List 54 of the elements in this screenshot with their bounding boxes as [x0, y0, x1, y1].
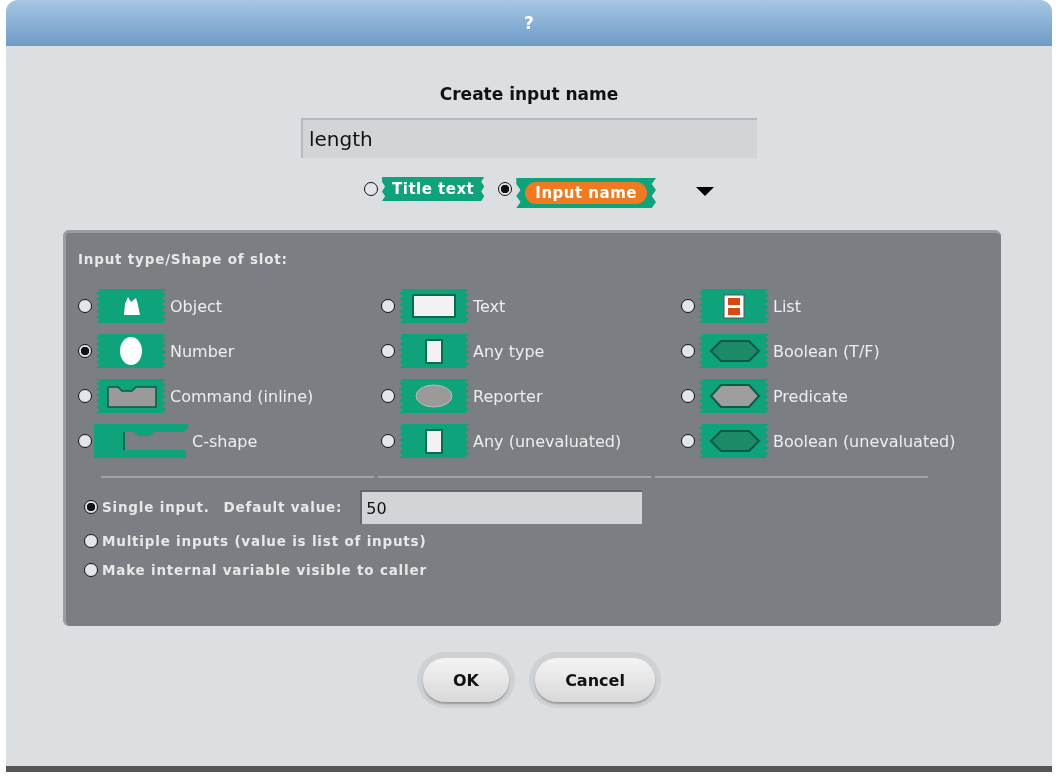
panel-title: Input type/Shape of slot:	[78, 251, 289, 267]
radio-button[interactable]	[84, 563, 98, 577]
radio-button[interactable]	[381, 434, 395, 448]
command-slot-icon	[94, 379, 168, 413]
window-title: ?	[524, 13, 534, 33]
default-value-field[interactable]: 50	[360, 490, 643, 524]
radio-button[interactable]	[78, 344, 92, 358]
name-input-field[interactable]: length	[301, 118, 757, 158]
slot-type-label: C-shape	[192, 431, 258, 451]
radio-button[interactable]	[84, 534, 98, 548]
slot-type-label: Command (inline)	[170, 386, 314, 406]
dialog-button[interactable]: OK	[423, 658, 509, 702]
slot-type-label: Number	[170, 341, 235, 361]
slot-type-label: Text	[473, 296, 506, 316]
text-slot-icon	[397, 289, 471, 323]
radio-button[interactable]	[381, 389, 395, 403]
c-slot-icon	[94, 424, 190, 458]
slot-type-label: Reporter	[473, 386, 543, 406]
reporter-slot-icon	[397, 379, 471, 413]
option-label: Make internal variable visible to caller	[102, 562, 427, 578]
any-slot-icon	[397, 424, 471, 458]
slot-type-label: Any (unevaluated)	[473, 431, 622, 451]
option-label: Multiple inputs (value is list of inputs)	[102, 533, 427, 549]
dropdown-arrow-icon[interactable]	[696, 187, 714, 197]
radio-button[interactable]	[681, 389, 695, 403]
field-label: Default value:	[223, 499, 343, 515]
any-slot-icon	[397, 334, 471, 368]
radio-button[interactable]	[78, 389, 92, 403]
list-slot-icon	[697, 289, 771, 323]
radio-button[interactable]	[364, 182, 378, 196]
radio-button[interactable]	[498, 182, 513, 196]
radio-button[interactable]	[381, 299, 395, 313]
radio-button[interactable]	[84, 500, 98, 514]
radio-button[interactable]	[381, 344, 395, 358]
slot-type-label: Object	[170, 296, 223, 316]
slot-type-label: Boolean (unevaluated)	[773, 431, 956, 451]
number-slot-icon	[94, 334, 168, 368]
sprite-slot-icon	[94, 289, 168, 323]
slot-type-label: Any type	[473, 341, 545, 361]
slot-type-label: List	[773, 296, 801, 316]
dialog-heading: Create input name	[439, 84, 619, 104]
radio-button[interactable]	[681, 434, 695, 448]
dialog-button[interactable]: Cancel	[535, 658, 655, 702]
boolean-slot-icon	[697, 334, 771, 368]
radio-button[interactable]	[78, 434, 92, 448]
slot-type-label: Boolean (T/F)	[773, 341, 880, 361]
radio-button[interactable]	[78, 299, 92, 313]
predicate-slot-icon	[697, 379, 771, 413]
variable-label: Input name	[525, 182, 647, 204]
radio-button[interactable]	[681, 299, 695, 313]
slot-type-label: Predicate	[773, 386, 848, 406]
option-label: Single input.	[102, 499, 210, 515]
boolean-slot-icon	[697, 424, 771, 458]
radio-button[interactable]	[681, 344, 695, 358]
